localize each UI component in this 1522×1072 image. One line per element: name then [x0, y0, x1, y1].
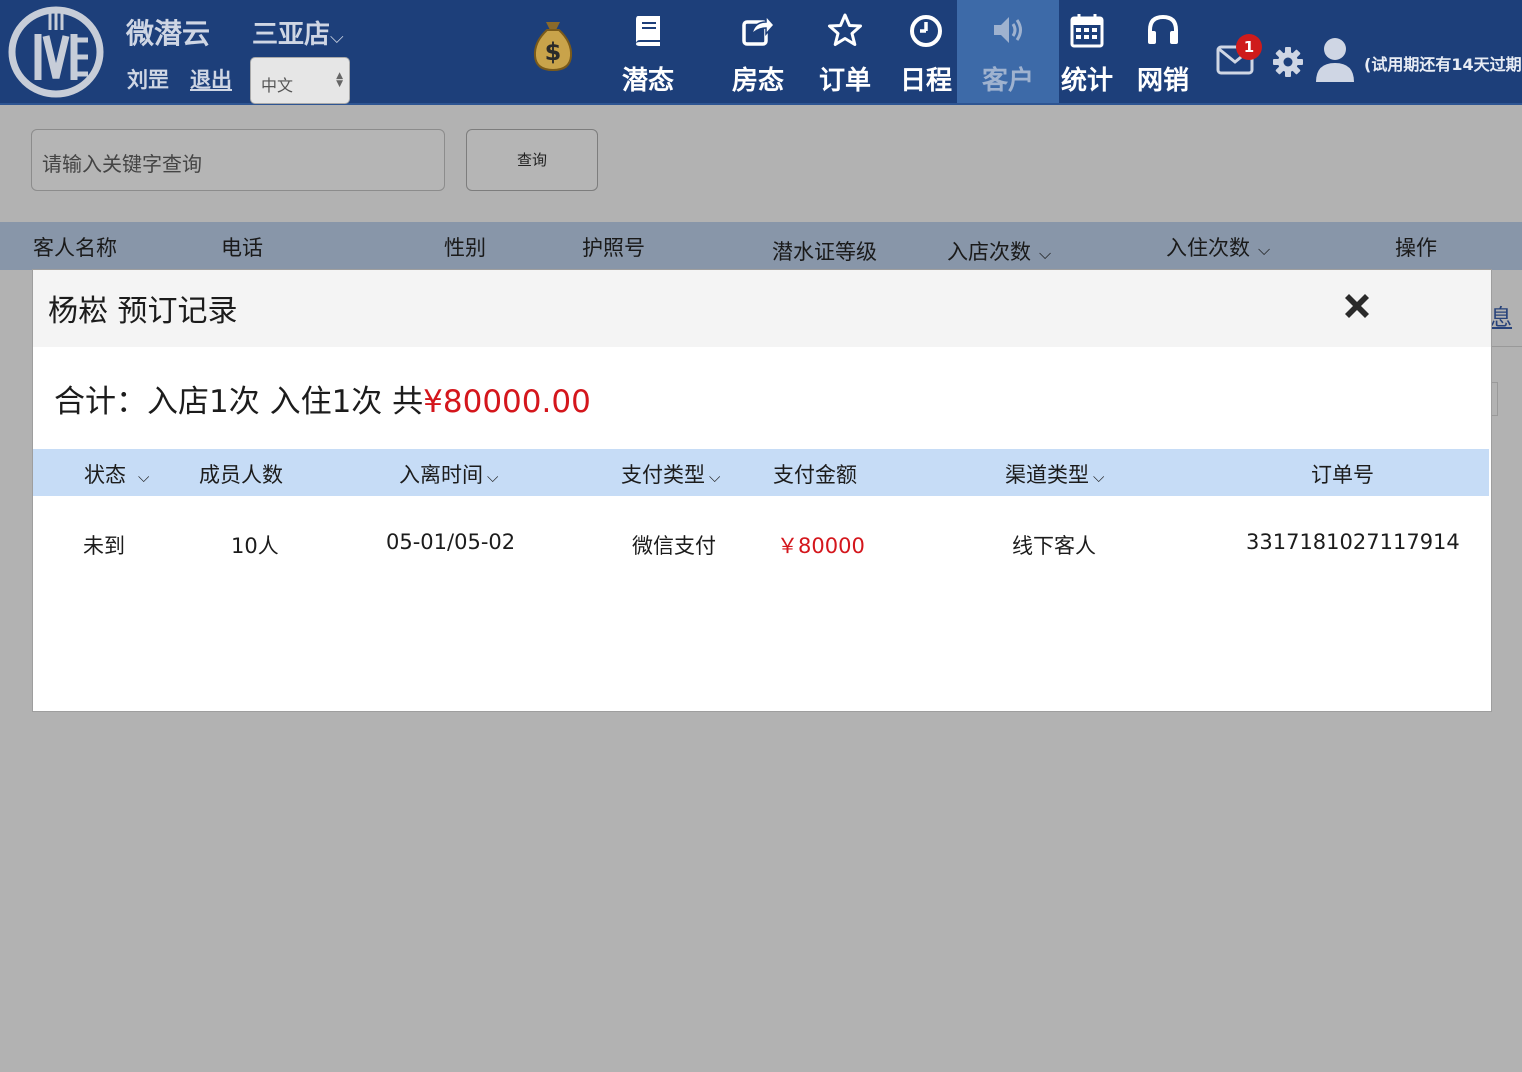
query-button[interactable]: 查询: [466, 129, 598, 191]
column-member-count: 成员人数: [199, 463, 283, 487]
column-label: 状态: [84, 463, 126, 487]
column-label: 入离时间: [399, 463, 483, 487]
nav-orders[interactable]: 订单: [808, 0, 882, 103]
cell-channel: 线下客人: [1012, 534, 1096, 558]
column-label: 入店次数: [947, 240, 1031, 264]
cell-payment-type: 微信支付: [632, 534, 716, 558]
chevron-down-icon: ⌵: [138, 468, 150, 486]
booking-records-modal: 杨崧 预订记录 合计：入店1次 入住1次 共¥80000.00 状态 ⌵ 成员人数…: [32, 269, 1492, 712]
summary-text: 合计：入店1次 入住1次 共: [54, 384, 424, 420]
headphones-icon: [1148, 14, 1178, 44]
chevron-down-icon: ⌵: [1258, 240, 1271, 259]
column-diving-cert-level[interactable]: 潜水证等级: [772, 236, 877, 266]
nav-online-sales[interactable]: 网销: [1130, 0, 1196, 103]
booking-summary: 合计：入店1次 入住1次 共¥80000.00: [54, 376, 591, 421]
cell-members: 10人: [231, 534, 279, 558]
column-passport[interactable]: 护照号: [582, 232, 645, 262]
modal-header: 杨崧 预订记录: [33, 270, 1491, 347]
notification-badge: 1: [1236, 34, 1262, 60]
column-payment-type[interactable]: 支付类型 ⌵: [621, 459, 720, 489]
column-store-visits[interactable]: 入店次数 ⌵: [947, 236, 1051, 266]
chevron-down-icon: ⌵: [1093, 468, 1105, 486]
column-customer-name[interactable]: 客人名称: [33, 232, 117, 262]
cell-dates: 05-01/05-02: [386, 530, 516, 554]
column-label: 入住次数: [1166, 236, 1250, 260]
clock-icon: [910, 15, 942, 47]
column-phone[interactable]: 电话: [221, 232, 263, 262]
language-select[interactable]: 中文 ▲ ▼: [250, 57, 350, 104]
nav-label: 统计: [1060, 66, 1113, 96]
nav-label: 网销: [1136, 66, 1189, 96]
row-divider: [1490, 346, 1522, 347]
customer-table-header: 客人名称 电话 性别 护照号 潜水证等级 入店次数 ⌵ 入住次数 ⌵ 操作: [0, 222, 1522, 270]
nav-label: 日程: [899, 66, 952, 96]
logout-link[interactable]: 退出: [190, 64, 232, 94]
brand-name: 微潜云: [126, 17, 211, 50]
nav-label: 客户: [981, 66, 1034, 96]
dive-logo[interactable]: [8, 6, 104, 98]
star-icon: [828, 13, 862, 46]
calendar-icon: [1070, 14, 1104, 48]
partial-button-edge: [1492, 382, 1498, 416]
svg-text:$: $: [545, 38, 562, 66]
chevron-down-icon: ⌵: [709, 468, 721, 486]
column-check-in-out[interactable]: 入离时间 ⌵: [399, 459, 498, 489]
column-actions: 操作: [1395, 236, 1437, 260]
store-name: 三亚店: [252, 20, 331, 50]
store-selector[interactable]: 三亚店⌵: [252, 14, 344, 51]
cell-status: 未到: [83, 534, 125, 558]
chevron-down-icon: ⌵: [487, 468, 499, 486]
share-icon: [742, 14, 776, 46]
column-channel-type[interactable]: 渠道类型 ⌵: [1005, 459, 1104, 489]
book-icon: [636, 16, 660, 46]
close-icon[interactable]: [1339, 288, 1375, 324]
nav-statistics[interactable]: 统计: [1060, 0, 1114, 103]
user-name[interactable]: 刘罡: [127, 64, 169, 94]
modal-title: 杨崧 预订记录: [48, 294, 238, 329]
speaker-icon: [994, 17, 1022, 43]
money-bag-icon[interactable]: $: [530, 16, 576, 72]
nav-customers[interactable]: 客户: [957, 0, 1059, 103]
column-label: 渠道类型: [1005, 463, 1089, 487]
nav-schedule[interactable]: 日程: [886, 0, 966, 103]
nav-label: 潜态: [621, 66, 674, 96]
trial-notice: (试用期还有14天过期: [1364, 55, 1522, 74]
partial-row-link[interactable]: 息: [1490, 300, 1512, 332]
column-payment-amount: 支付金额: [773, 463, 857, 487]
column-stay-count[interactable]: 入住次数 ⌵: [1166, 232, 1270, 262]
top-navigation-bar: 微潜云 三亚店⌵ 刘罡 退出 中文 ▲ ▼ $ 潜态 房态 订单 日程 客户 统…: [0, 0, 1522, 105]
language-value: 中文: [261, 76, 294, 95]
column-gender[interactable]: 性别: [444, 232, 486, 262]
nav-dive-status[interactable]: 潜态: [600, 0, 696, 103]
nav-label: 订单: [818, 66, 871, 96]
column-label: 支付类型: [621, 463, 705, 487]
chevron-down-icon: ⌵: [330, 27, 344, 48]
gear-icon[interactable]: [1272, 46, 1304, 78]
chevron-down-icon: ⌵: [1039, 244, 1052, 263]
column-order-number: 订单号: [1311, 463, 1374, 487]
nav-label: 房态: [731, 66, 784, 96]
search-input[interactable]: 请输入关键字查询: [31, 129, 445, 191]
column-status[interactable]: 状态 ⌵: [84, 459, 149, 489]
user-avatar-icon[interactable]: [1314, 36, 1356, 84]
booking-table-header: 状态 ⌵ 成员人数 入离时间 ⌵ 支付类型 ⌵ 支付金额 渠道类型 ⌵ 订单号: [33, 449, 1489, 496]
select-arrows-icon: ▲ ▼: [336, 71, 343, 89]
cell-order-number[interactable]: 3317181027117914: [1246, 530, 1460, 554]
summary-amount: ¥80000.00: [423, 384, 591, 420]
nav-room-status[interactable]: 房态: [710, 0, 806, 103]
cell-amount: ￥80000: [777, 534, 865, 558]
